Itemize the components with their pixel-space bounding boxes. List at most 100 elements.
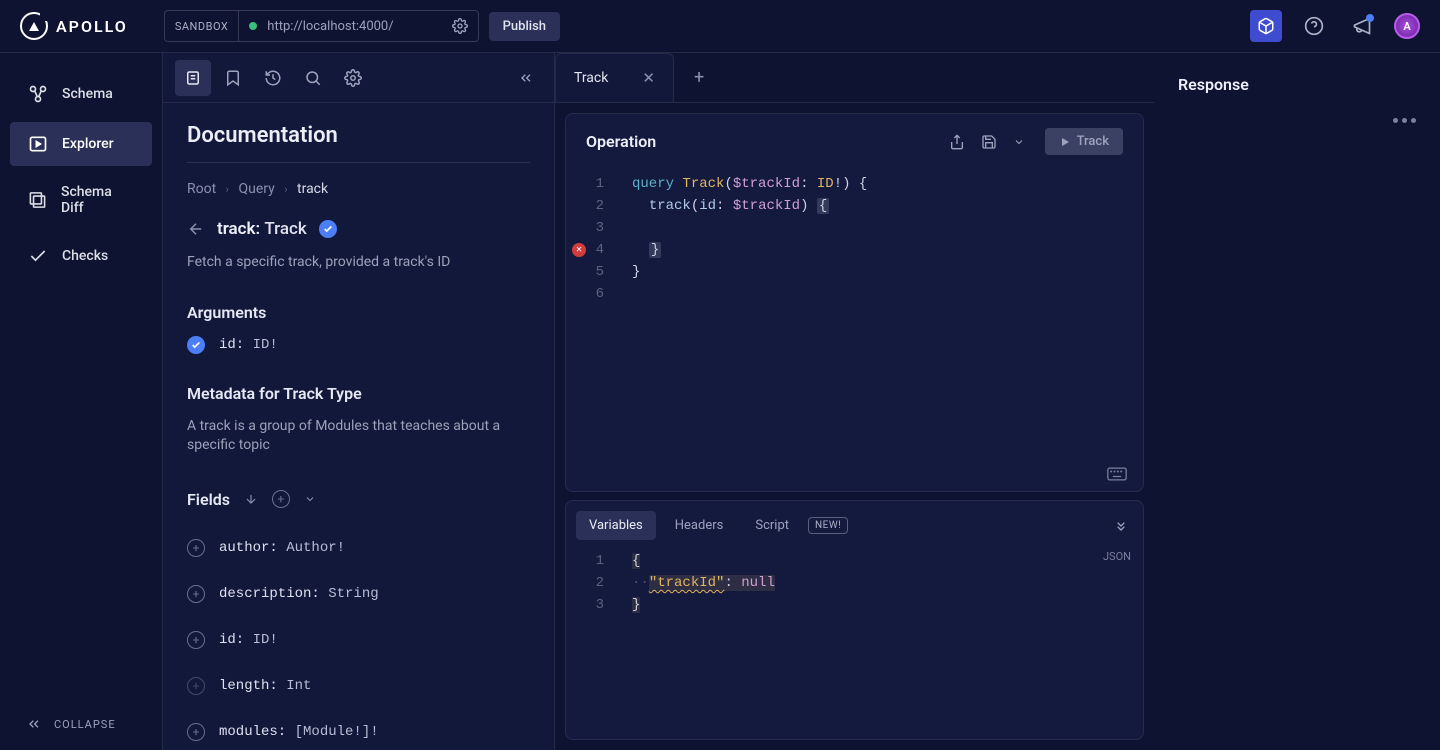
sidebar-item-schema[interactable]: Schema — [10, 72, 152, 116]
sandbox-mode-icon[interactable] — [1250, 10, 1282, 42]
env-label: SANDBOX — [165, 11, 239, 41]
operation-title: Operation — [586, 132, 656, 151]
keyboard-shortcuts-icon[interactable] — [1107, 467, 1127, 481]
field-type[interactable]: Author! — [286, 540, 345, 556]
run-button-label: Track — [1077, 134, 1109, 149]
sidebar-item-label: Schema — [62, 86, 113, 102]
save-menu-chevron-icon[interactable] — [1013, 136, 1033, 148]
environment-selector[interactable]: SANDBOX http://localhost:4000/ — [164, 10, 479, 42]
operation-tabs: Track ✕ + — [555, 53, 1154, 103]
new-badge: NEW! — [808, 517, 848, 534]
status-dot-icon — [249, 22, 257, 30]
play-icon — [1059, 136, 1071, 148]
diff-icon — [28, 190, 47, 210]
field-name: id: — [219, 632, 253, 648]
fields-heading: Fields — [187, 490, 230, 509]
topbar: APOLLO SANDBOX http://localhost:4000/ Pu… — [0, 0, 1440, 53]
tab-headers[interactable]: Headers — [662, 511, 737, 540]
docs-tool-settings-icon[interactable] — [335, 60, 371, 96]
collapse-vars-icon[interactable] — [1113, 518, 1133, 534]
user-avatar[interactable]: A — [1394, 13, 1420, 39]
field-type[interactable]: ID! — [253, 632, 278, 648]
close-tab-icon[interactable]: ✕ — [642, 69, 655, 87]
docs-tool-search-icon[interactable] — [295, 60, 331, 96]
add-field-icon[interactable]: + — [187, 585, 205, 603]
breadcrumb-query[interactable]: Query — [238, 181, 274, 197]
add-field-icon[interactable]: + — [187, 677, 205, 695]
add-field-icon[interactable]: + — [187, 723, 205, 741]
new-tab-button[interactable]: + — [674, 53, 724, 102]
arguments-heading: Arguments — [187, 303, 530, 322]
arg-type[interactable]: ID! — [253, 337, 278, 353]
type-description: Fetch a specific track, provided a track… — [187, 253, 530, 273]
fields-header: Fields + — [187, 490, 530, 509]
brand-text: APOLLO — [56, 17, 128, 36]
breadcrumb: Root › Query › track — [187, 181, 530, 197]
response-panel: Response — [1154, 53, 1440, 750]
add-field-icon[interactable]: + — [187, 539, 205, 557]
env-url-value: http://localhost:4000/ — [267, 19, 393, 34]
field-name: length: — [219, 678, 286, 694]
collapse-label: COLLAPSE — [54, 718, 116, 731]
collapse-sidebar-button[interactable]: COLLAPSE — [0, 716, 162, 732]
argument-row: id: ID! — [187, 336, 530, 354]
sort-arrow-icon[interactable] — [244, 492, 258, 506]
field-name: track: — [217, 219, 260, 239]
back-arrow-icon[interactable] — [187, 220, 205, 238]
play-square-icon — [28, 134, 48, 154]
field-row: + length: Int — [187, 677, 530, 695]
sidebar-item-schema-diff[interactable]: Schema Diff — [10, 172, 152, 228]
response-more-icon[interactable] — [1178, 118, 1416, 123]
tab-script[interactable]: Script — [742, 511, 802, 540]
error-gutter-icon[interactable]: ✕ — [572, 243, 586, 257]
add-field-icon[interactable]: + — [187, 631, 205, 649]
sidebar-item-checks[interactable]: Checks — [10, 234, 152, 278]
sidebar-item-label: Explorer — [62, 136, 114, 152]
save-icon[interactable] — [981, 134, 1001, 150]
type-signature: track: Track — [217, 219, 307, 239]
help-icon[interactable] — [1298, 10, 1330, 42]
check-icon — [28, 246, 48, 266]
arg-name: id: — [219, 337, 244, 353]
share-icon[interactable] — [949, 134, 969, 150]
field-name: author: — [219, 540, 286, 556]
field-type[interactable]: String — [328, 586, 378, 602]
operation-editor[interactable]: 1query Track($trackId: ID!) { 2 track(id… — [566, 169, 1143, 467]
metadata-heading: Metadata for Track Type — [187, 384, 530, 403]
field-type[interactable]: Int — [286, 678, 311, 694]
chevrons-left-icon — [26, 716, 42, 732]
response-title: Response — [1178, 75, 1249, 94]
docs-panel: Documentation Root › Query › track track… — [163, 53, 555, 750]
docs-tool-history-icon[interactable] — [255, 60, 291, 96]
main-area: Track ✕ + Operation Track 1query Track($… — [555, 53, 1440, 750]
return-type[interactable]: Track — [264, 219, 306, 239]
variables-panel: Variables Headers Script NEW! 1{ 2··"tra… — [565, 500, 1144, 740]
docs-tool-bookmark-icon[interactable] — [215, 60, 251, 96]
metadata-description: A track is a group of Modules that teach… — [187, 417, 530, 456]
argument-selected-icon[interactable] — [187, 336, 205, 354]
field-type[interactable]: [Module!]! — [295, 724, 379, 740]
graph-icon — [28, 84, 48, 104]
operation-panel: Operation Track 1query Track($trackId: I… — [565, 113, 1144, 492]
announcement-icon[interactable] — [1346, 10, 1378, 42]
field-row: +description: String — [187, 585, 530, 603]
field-row: + author: Author! — [187, 539, 530, 557]
variables-editor[interactable]: 1{ 2··"trackId": null 3} — [566, 550, 1103, 626]
selected-badge-icon — [319, 220, 337, 238]
breadcrumb-current: track — [297, 181, 328, 197]
fields-menu-chevron-icon[interactable] — [304, 493, 316, 505]
docs-tool-reference[interactable] — [175, 60, 211, 96]
settings-gear-icon[interactable] — [452, 18, 468, 34]
operation-tab[interactable]: Track ✕ — [555, 53, 674, 102]
tab-variables[interactable]: Variables — [576, 511, 656, 540]
breadcrumb-root[interactable]: Root — [187, 181, 216, 197]
field-row: + id: ID! — [187, 631, 530, 649]
sidebar-item-explorer[interactable]: Explorer — [10, 122, 152, 166]
field-row: +modules: [Module!]! — [187, 723, 530, 741]
docs-toolbar — [163, 53, 554, 103]
run-operation-button[interactable]: Track — [1045, 128, 1123, 155]
logo-icon — [20, 12, 48, 40]
publish-button[interactable]: Publish — [489, 12, 560, 41]
collapse-docs-icon[interactable] — [510, 62, 542, 94]
add-all-fields-icon[interactable]: + — [272, 490, 290, 508]
